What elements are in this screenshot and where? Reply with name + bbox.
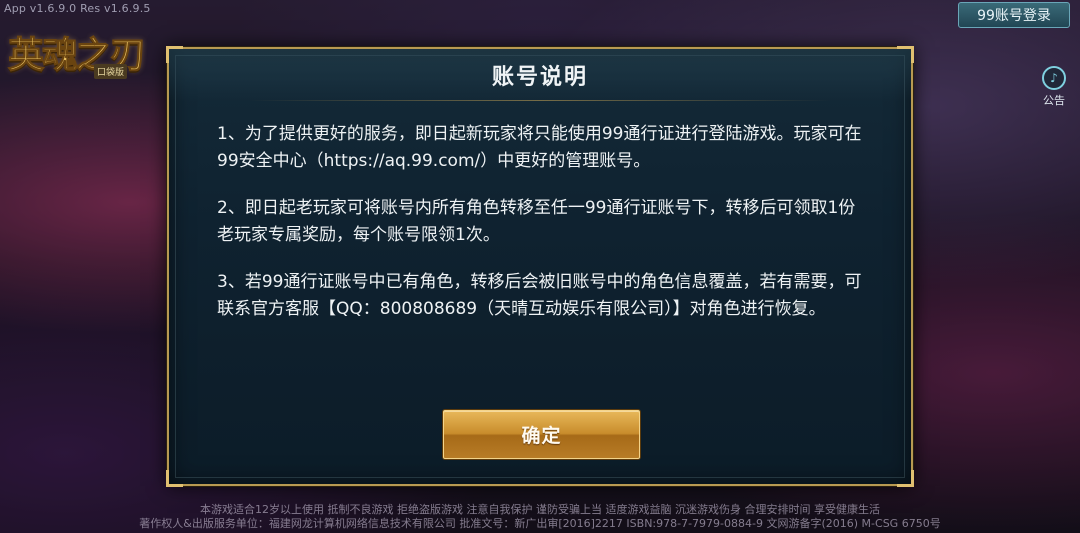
notice-button[interactable]: ♪ 公告 xyxy=(1036,66,1072,108)
notice-label: 公告 xyxy=(1043,94,1065,107)
footer-line-1: 本游戏适合12岁以上使用 抵制不良游戏 拒绝盗版游戏 注意自我保护 谨防受骗上当… xyxy=(200,503,880,516)
notice-bell-icon: ♪ xyxy=(1042,66,1066,90)
info-paragraph-1: 1、为了提供更好的服务，即日起新玩家将只能使用99通行证进行登陆游戏。玩家可在9… xyxy=(217,124,862,171)
login-99-account-button[interactable]: 99账号登录 xyxy=(958,2,1070,28)
info-paragraph-2: 2、即日起老玩家可将账号内所有角色转移至任一99通行证账号下，转移后可领取1份老… xyxy=(217,198,856,245)
corner-ornament xyxy=(897,470,914,487)
confirm-button[interactable]: 确定 xyxy=(443,410,640,459)
footer-line-2: 著作权人&出版服务单位：福建网龙计算机网络信息技术有限公司 批准文号：新广出审[… xyxy=(139,517,941,530)
game-logo: 英魂之刃 口袋版 xyxy=(7,20,178,79)
logo-subtitle: 口袋版 xyxy=(94,64,128,79)
corner-ornament xyxy=(166,470,183,487)
info-paragraph-3: 3、若99通行证账号中已有角色，转移后会被旧账号中的角色信息覆盖，若有需要，可联… xyxy=(217,272,862,319)
dialog-title: 账号说明 xyxy=(491,65,588,90)
account-info-dialog: 账号说明 1、为了提供更好的服务，即日起新玩家将只能使用99通行证进行登陆游戏。… xyxy=(166,46,914,487)
footer-legal-text: 本游戏适合12岁以上使用 抵制不良游戏 拒绝盗版游戏 注意自我保护 谨防受骗上当… xyxy=(0,503,1080,531)
version-text: App v1.6.9.0 Res v1.6.9.5 xyxy=(4,2,151,15)
dialog-body: 1、为了提供更好的服务，即日起新玩家将只能使用99通行证进行登陆游戏。玩家可在9… xyxy=(217,121,867,343)
dialog-header: 账号说明 xyxy=(169,49,911,101)
